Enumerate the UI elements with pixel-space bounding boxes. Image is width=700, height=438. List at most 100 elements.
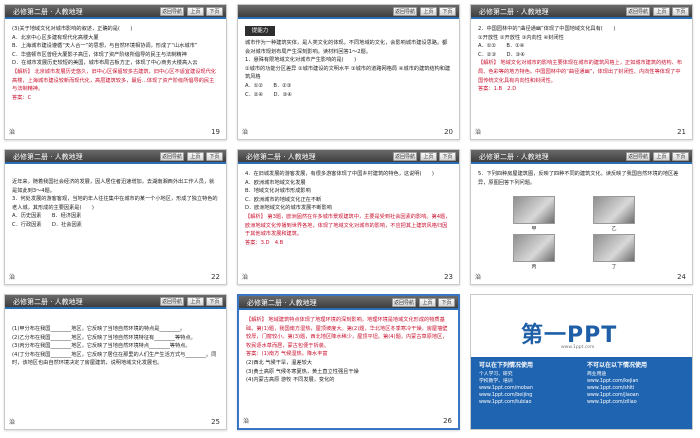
option-b: B．地域文化对城市形成影响 — [245, 188, 311, 195]
answer-text: (3)黄土高原 气候冬寒夏热，黄土直立性强且干燥 — [246, 368, 359, 375]
allowed-link[interactable]: www.1ppt.com/tubiao — [479, 399, 579, 406]
next-page-button[interactable]: 下页 — [672, 152, 689, 161]
return-nav-button[interactable]: 返回导航 — [160, 7, 184, 16]
slide-title: 必修第二册 · 人教地理 — [479, 153, 549, 161]
slide-header-bar: 必修第二册 · 人教地理 返回导航 上页 下页 — [471, 150, 692, 164]
slide-body: 5．下列四种房屋建筑图，反映了四种不同的建筑文化。读反映了我国自然环境的地区差异… — [478, 170, 685, 187]
slide-thumbnail-20[interactable]: 返回导航 上页 下页 提能力 城市作为一种建筑实体，是人类文化的体现，不同地域的… — [237, 4, 460, 140]
house-photo: 甲 — [513, 196, 555, 232]
next-page-button[interactable]: 下页 — [438, 298, 455, 307]
slide-number: 21 — [677, 128, 686, 136]
return-nav-button[interactable]: 返回导航 — [392, 298, 416, 307]
slide-thumbnail-25[interactable]: 必修第二册 · 人教地理 返回导航 上页 下页 (1)甲分布在我国_______… — [4, 294, 227, 430]
prev-page-button[interactable]: 上页 — [653, 7, 670, 16]
slide-title: 必修第二册 · 人教地理 — [479, 8, 549, 16]
answer-text: 答案：3.D 4.B — [245, 239, 284, 246]
house-photo: 乙 — [593, 196, 635, 232]
question-text: (3)丙分布在我国________地区，它反映了当地自然环境特点________… — [12, 343, 191, 350]
slide-thumbnail-27[interactable]: 第一PPT www.1ppt.com 可以在下列情况使用 个人学习、研究 学校教学… — [470, 294, 693, 430]
analysis-text: 【解析】 北京城市发展历史悠久，旧中心区保留较多古建筑，旧中心区不适宜建设现代化… — [12, 68, 216, 93]
allowed-link[interactable]: www.1ppt.com/moban — [479, 385, 579, 392]
slide-footer-left: 治 — [475, 274, 482, 281]
option-a: A．欧洲城市地域文化发展 — [245, 179, 306, 186]
house-photos: 甲 乙 丙 丁 — [483, 196, 680, 272]
slide-body: (3)关于地域文化对城市影响的叙述，正确的是( ) A．北京中心区多建有现代化高… — [12, 25, 219, 102]
slide-thumbnail-24[interactable]: 必修第二册 · 人教地理 返回导航 上页 下页 5．下列四种房屋建筑图，反映了四… — [470, 149, 693, 285]
slide-number: 26 — [443, 417, 452, 425]
analysis-text: 【解析】 地域建筑特点体现了地理环境的深刻影响，地理环境是地域文化形成的物质基础… — [246, 317, 448, 349]
slide-title: 必修第二册 · 人教地理 — [13, 298, 83, 306]
question-items: ①城市的功能分区差异 ②城市建设的文明水平 ③城市的道路网格局 ④城市的建筑结构… — [245, 65, 451, 81]
ad-info-area: 可以在下列情况使用 个人学习、研究 学校教学、培训 www.1ppt.com/m… — [471, 357, 692, 429]
slide-footer-left: 治 — [9, 129, 16, 136]
next-page-button[interactable]: 下页 — [206, 152, 223, 161]
slide-header-bar: 必修第二册 · 人教地理 返回导航 上页 下页 — [5, 150, 226, 164]
question-text: 2．中国园林中的“曲径通幽”体现了中国地域文化具有( ) — [478, 26, 616, 32]
ad-logo-area: 第一PPT www.1ppt.com — [471, 295, 692, 357]
slide-number: 20 — [444, 128, 453, 136]
slide-title: 必修第二册 · 人教地理 — [13, 8, 83, 16]
next-page-button[interactable]: 下页 — [206, 297, 223, 306]
slide-thumbnail-26[interactable]: 必修第二册 · 人教地理 返回导航 上页 下页 【解析】 地域建筑特点体现了地理… — [237, 294, 460, 430]
slide-header-bar: 必修第二册 · 人教地理 返回导航 上页 下页 — [5, 5, 226, 19]
answer-text: (4)内蒙古高原 游牧 不同发展，变化的 — [246, 377, 335, 384]
prev-page-button[interactable]: 上页 — [187, 297, 204, 306]
slide-title: 必修第二册 · 人教地理 — [246, 153, 316, 161]
return-nav-button[interactable]: 返回导航 — [393, 7, 417, 16]
question-items: ①开放性 ②开放性 ③内向性 ④封闭性 — [478, 34, 564, 41]
allowed-uses: 可以在下列情况使用 个人学习、研究 学校教学、培训 www.1ppt.com/m… — [479, 362, 579, 406]
forbidden-link[interactable]: www.1ppt.com/shiti — [587, 385, 687, 392]
slide-thumbnail-19[interactable]: 必修第二册 · 人教地理 返回导航 上页 下页 (3)关于地域文化对城市影响的叙… — [4, 4, 227, 140]
slide-footer-left: 治 — [475, 129, 482, 136]
question-text: (2)乙分布在我国________地区，它反映了当地自然环境特征有_______… — [12, 334, 196, 341]
slide-footer-left: 治 — [242, 129, 249, 136]
prev-page-button[interactable]: 上页 — [419, 298, 436, 307]
analysis-text: 【解析】 第3题，欧洲固然在许多城市景观建筑中，主要是受到社会因素的影响。第4题… — [245, 213, 451, 238]
slide-header-bar: 必修第二册 · 人教地理 返回导航 上页 下页 — [238, 150, 459, 164]
analysis-text: 【解析】 地域文化对城市的影响主要体现在城市的建筑风格上，正如城市建筑的结构、布… — [478, 60, 682, 84]
forbidden-link[interactable]: www.1ppt.com/kejian — [587, 378, 687, 385]
slide-number: 25 — [211, 418, 220, 426]
forbidden-link[interactable]: www.1ppt.com/ziliao — [587, 399, 687, 406]
next-page-button[interactable]: 下页 — [439, 7, 456, 16]
option-cd: C．②④ D．③④ — [245, 91, 292, 98]
slide-body: 【解析】 地域建筑特点体现了地理环境的深刻影响，地理环境是地域文化形成的物质基础… — [246, 316, 451, 385]
return-nav-button[interactable]: 返回导航 — [626, 152, 650, 161]
option-cd: C．②③ D．③④ — [478, 51, 525, 58]
slide-body: 城市作为一种建筑实体，是人类文化的体现，不同地域的文化，会影响城市建设思路。都会… — [245, 39, 452, 99]
prev-page-button[interactable]: 上页 — [420, 152, 437, 161]
answer-text: 答案：C — [12, 94, 32, 101]
option-ab: A．①② B．①④ — [478, 43, 525, 50]
slide-number: 23 — [444, 273, 453, 281]
forbidden-link[interactable]: www.1ppt.com/jiaoan — [587, 392, 687, 399]
next-page-button[interactable]: 下页 — [439, 152, 456, 161]
prev-page-button[interactable]: 上页 — [653, 152, 670, 161]
answer-text: 答案：(1)南方 气候湿热，降水丰富 — [246, 351, 328, 358]
slide-header-bar: 必修第二册 · 人教地理 返回导航 上页 下页 — [471, 5, 692, 19]
slide-thumbnail-21[interactable]: 必修第二册 · 人教地理 返回导航 上页 下页 2．中国园林中的“曲径通幽”体现… — [470, 4, 693, 140]
question-text: 3．何处发展的游客客观，当地的年人往往集中在城市的某一个小地区，形成了独立特色的… — [12, 196, 218, 211]
prev-page-button[interactable]: 上页 — [187, 7, 204, 16]
return-nav-button[interactable]: 返回导航 — [160, 152, 184, 161]
next-page-button[interactable]: 下页 — [206, 7, 223, 16]
allowed-link[interactable]: www.1ppt.com/beijing — [479, 392, 579, 399]
slide-body: 2．中国园林中的“曲径通幽”体现了中国地域文化具有( ) ①开放性 ②开放性 ③… — [478, 25, 685, 94]
answer-text: 答案：1.B 2.D — [478, 86, 517, 93]
forbidden-uses: 不可以在以下情况使用 商业用途 www.1ppt.com/kejian www.… — [587, 362, 687, 406]
prev-page-button[interactable]: 上页 — [420, 7, 437, 16]
slide-number: 24 — [677, 273, 686, 281]
return-nav-button[interactable]: 返回导航 — [160, 297, 184, 306]
slide-number: 22 — [211, 273, 220, 281]
forbidden-item: 商业用途 — [587, 372, 607, 377]
question-text: (3)关于地域文化对城市影响的叙述，正确的是( ) — [12, 26, 133, 32]
slide-title: 必修第二册 · 人教地理 — [13, 153, 83, 161]
prev-page-button[interactable]: 上页 — [187, 152, 204, 161]
slide-thumbnail-23[interactable]: 必修第二册 · 人教地理 返回导航 上页 下页 4．在旧城发展的游客发展，有很多… — [237, 149, 460, 285]
allowed-item: 个人学习、研究 — [479, 372, 513, 377]
slide-title: 必修第二册 · 人教地理 — [247, 299, 317, 307]
slide-thumbnail-22[interactable]: 必修第二册 · 人教地理 返回导航 上页 下页 近年来，随着我国社会经济的发展，… — [4, 149, 227, 285]
slide-body: (1)甲分布在我国________地区，它反映了当地自然环境的特点是______… — [12, 325, 219, 368]
return-nav-button[interactable]: 返回导航 — [626, 7, 650, 16]
return-nav-button[interactable]: 返回导航 — [393, 152, 417, 161]
next-page-button[interactable]: 下页 — [672, 7, 689, 16]
